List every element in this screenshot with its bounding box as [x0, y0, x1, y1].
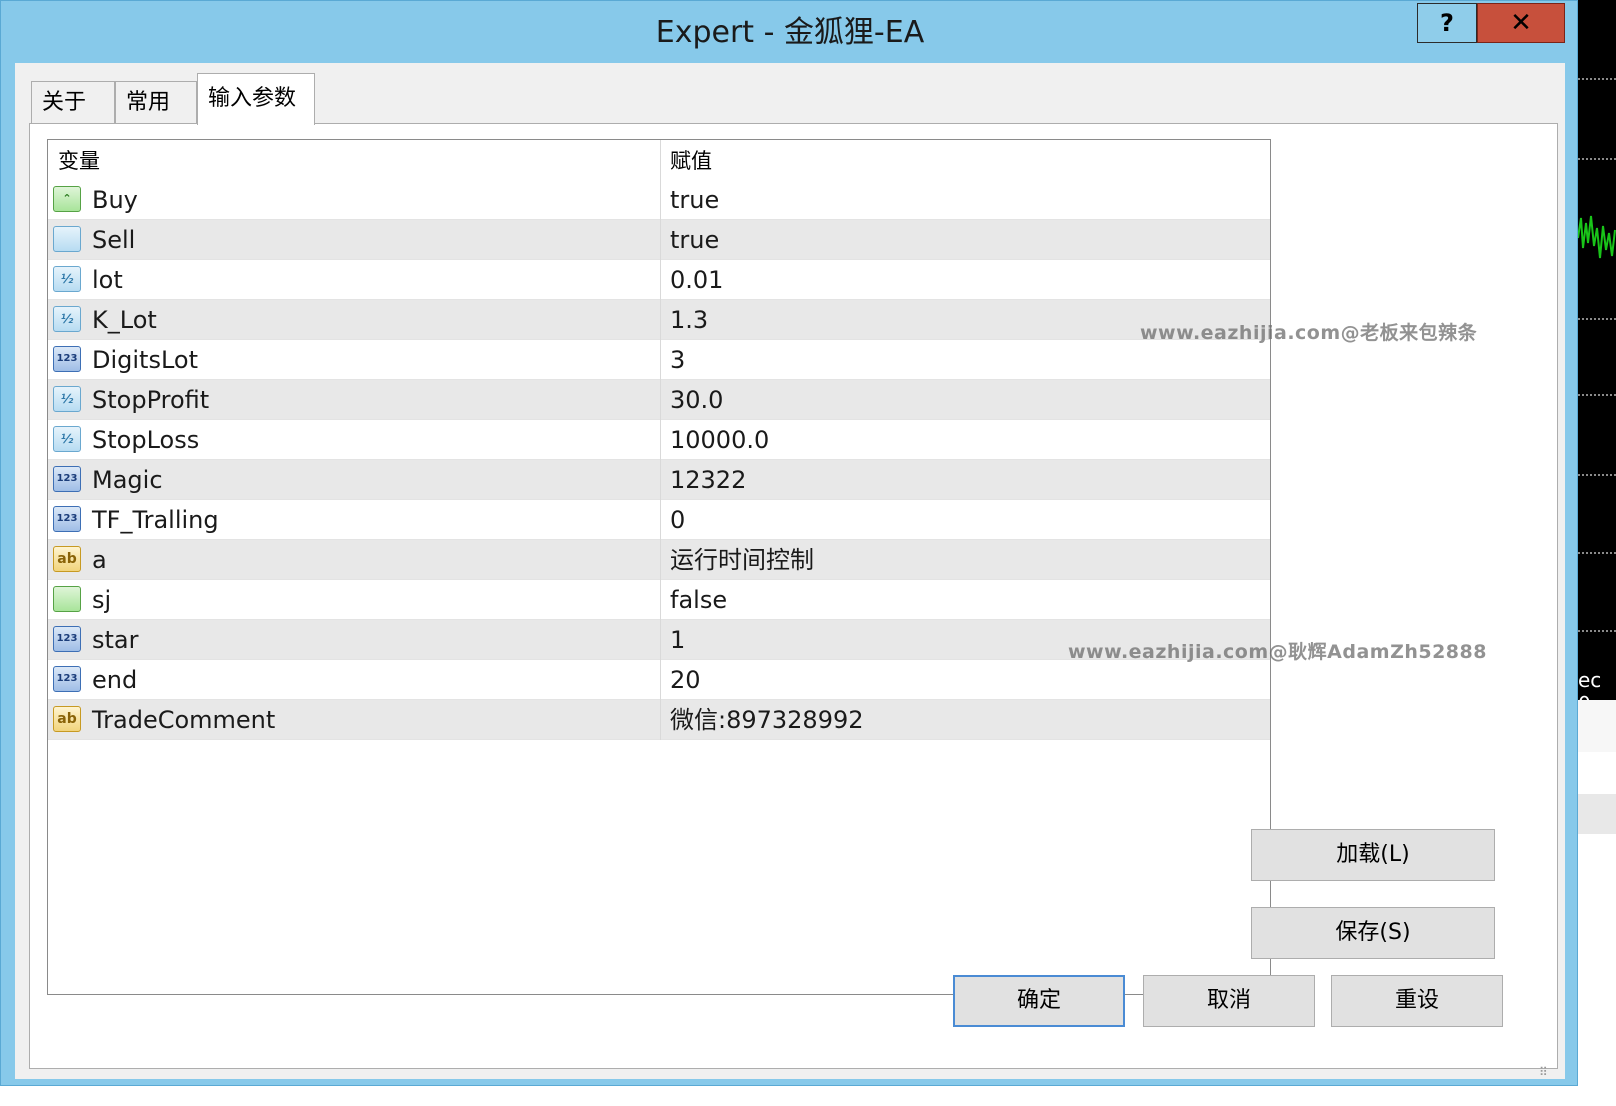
parameter-name: TradeComment	[92, 706, 276, 734]
string-icon: ab	[53, 706, 81, 732]
parameter-name: StopLoss	[92, 426, 200, 454]
load-button[interactable]: 加载(L)	[1251, 829, 1495, 881]
chart-grid-line	[1578, 474, 1616, 476]
double-icon: ½	[53, 386, 81, 412]
parameter-value[interactable]: true	[660, 180, 719, 220]
parameter-name: DigitsLot	[92, 346, 199, 374]
parameter-row[interactable]: 123 end 20	[48, 660, 1270, 700]
double-icon: ½	[53, 266, 81, 292]
parameter-row[interactable]: ab a 运行时间控制	[48, 540, 1270, 580]
parameter-row[interactable]: 123 DigitsLot 3	[48, 340, 1270, 380]
tab-common[interactable]: 常用	[115, 81, 197, 123]
chart-grid-line	[1578, 78, 1616, 80]
chart-grid-line	[1578, 552, 1616, 554]
parameter-name: Sell	[92, 226, 136, 254]
parameter-value[interactable]: 1	[660, 620, 685, 660]
double-icon: ½	[53, 306, 81, 332]
int-icon: 123	[53, 346, 81, 372]
background-chart-window: ec 0	[1578, 0, 1616, 1106]
input-parameters-grid[interactable]: 变量 赋值 ⌃ Buy true Sell true ½ lot 0.01 ½ K_Lot 1.3 1…	[47, 139, 1271, 995]
bool-icon: ⌃	[53, 186, 81, 212]
chart-grid-line	[1578, 394, 1616, 396]
close-button[interactable]: ✕	[1477, 3, 1565, 43]
watermark-text: www.eazhijia.com@老板来包辣条	[1140, 322, 1478, 344]
parameter-row[interactable]: ½ K_Lot 1.3	[48, 300, 1270, 340]
int-icon: 123	[53, 626, 81, 652]
int-icon: 123	[53, 666, 81, 692]
tab-about[interactable]: 关于	[31, 81, 115, 123]
parameter-name: lot	[92, 266, 123, 294]
parameter-row[interactable]: sj false	[48, 580, 1270, 620]
chart-grid-line	[1578, 318, 1616, 320]
reset-button[interactable]: 重设	[1331, 975, 1503, 1027]
parameter-value[interactable]: 0.01	[660, 260, 723, 300]
expert-properties-dialog: Expert - 金狐狸-EA ? ✕ 关于 常用 输入参数 变量 赋值 ⌃ Bu…	[0, 0, 1578, 1086]
double-icon	[53, 226, 81, 252]
parameter-name: end	[92, 666, 138, 694]
dialog-title: Expert - 金狐狸-EA	[655, 15, 925, 50]
ok-button[interactable]: 确定	[953, 975, 1125, 1027]
parameter-row[interactable]: 123 Magic 12322	[48, 460, 1270, 500]
parameter-value[interactable]: 30.0	[660, 380, 723, 420]
parameter-row[interactable]: ½ StopProfit 30.0	[48, 380, 1270, 420]
parameter-value[interactable]: 运行时间控制	[660, 540, 814, 580]
parameter-value[interactable]: 微信:897328992	[660, 700, 864, 740]
parameter-row[interactable]: ⌃ Buy true	[48, 180, 1270, 220]
background-panel	[1578, 752, 1616, 794]
parameter-name: Buy	[92, 186, 138, 214]
dialog-client-area: 关于 常用 输入参数 变量 赋值 ⌃ Buy true Sell true ½ lot 0.0…	[15, 63, 1565, 1079]
chart-grid-line	[1578, 158, 1616, 160]
parameter-row[interactable]: ab TradeComment 微信:897328992	[48, 700, 1270, 740]
parameter-value[interactable]: 0	[660, 500, 685, 540]
parameter-row[interactable]: Sell true	[48, 220, 1270, 260]
background-panel	[1578, 834, 1616, 1106]
background-panel	[1578, 700, 1616, 752]
parameter-row[interactable]: ½ StopLoss 10000.0	[48, 420, 1270, 460]
parameter-name: a	[92, 546, 107, 574]
double-icon: ½	[53, 426, 81, 452]
parameter-name: StopProfit	[92, 386, 210, 414]
column-header-value[interactable]: 赋值	[660, 140, 712, 180]
save-button[interactable]: 保存(S)	[1251, 907, 1495, 959]
parameter-name: Magic	[92, 466, 163, 494]
tab-inputs[interactable]: 输入参数	[197, 73, 315, 125]
chart-grid-line	[1578, 630, 1616, 632]
parameter-name: K_Lot	[92, 306, 157, 334]
int-icon: 123	[53, 466, 81, 492]
parameter-value[interactable]: 12322	[660, 460, 746, 500]
parameter-name: TF_Tralling	[92, 506, 219, 534]
parameter-value[interactable]: true	[660, 220, 719, 260]
parameter-row[interactable]: ½ lot 0.01	[48, 260, 1270, 300]
price-chart-line	[1578, 215, 1616, 259]
watermark-text: www.eazhijia.com@耿辉AdamZh52888	[1068, 641, 1487, 663]
int-icon: 123	[53, 506, 81, 532]
parameter-name: sj	[92, 586, 112, 614]
parameter-value[interactable]: false	[660, 580, 727, 620]
parameter-value[interactable]: 10000.0	[660, 420, 769, 460]
string-icon: ab	[53, 546, 81, 572]
parameter-value[interactable]: 20	[660, 660, 701, 700]
background-panel	[1578, 794, 1616, 834]
help-button[interactable]: ?	[1417, 3, 1477, 43]
grid-header: 变量 赋值	[48, 140, 1270, 181]
bool-icon	[53, 586, 81, 612]
cancel-button[interactable]: 取消	[1143, 975, 1315, 1027]
parameter-value[interactable]: 3	[660, 340, 685, 380]
parameter-row[interactable]: 123 TF_Tralling 0	[48, 500, 1270, 540]
column-header-variable[interactable]: 变量	[48, 140, 100, 180]
resize-grip-icon[interactable]: ⠿	[1539, 1065, 1548, 1079]
parameter-value[interactable]: 1.3	[660, 300, 708, 340]
parameter-name: star	[92, 626, 139, 654]
